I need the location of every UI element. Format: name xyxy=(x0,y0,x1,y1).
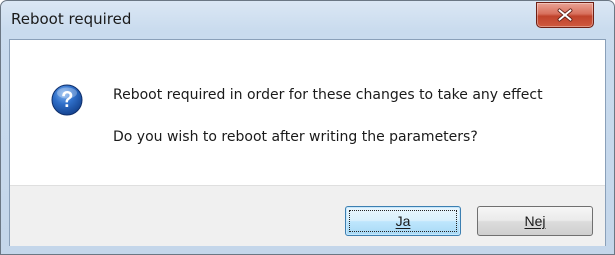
question-icon xyxy=(51,84,83,116)
dialog-client-area: Reboot required in order for these chang… xyxy=(9,39,606,246)
yes-button-label: Ja xyxy=(395,213,411,229)
message-area: Reboot required in order for these chang… xyxy=(10,40,605,185)
close-button[interactable] xyxy=(536,2,594,28)
message-text-question: Do you wish to reboot after writing the … xyxy=(113,129,478,145)
no-button-label: Nej xyxy=(524,213,546,229)
yes-button[interactable]: Ja xyxy=(345,206,461,236)
close-icon xyxy=(557,8,573,22)
dialog-window: Reboot required Reboot required in order… xyxy=(0,0,615,255)
no-button[interactable]: Nej xyxy=(477,206,593,236)
title-bar[interactable]: Reboot required xyxy=(1,1,614,39)
window-title: Reboot required xyxy=(11,10,132,28)
message-text-primary: Reboot required in order for these chang… xyxy=(113,87,543,103)
